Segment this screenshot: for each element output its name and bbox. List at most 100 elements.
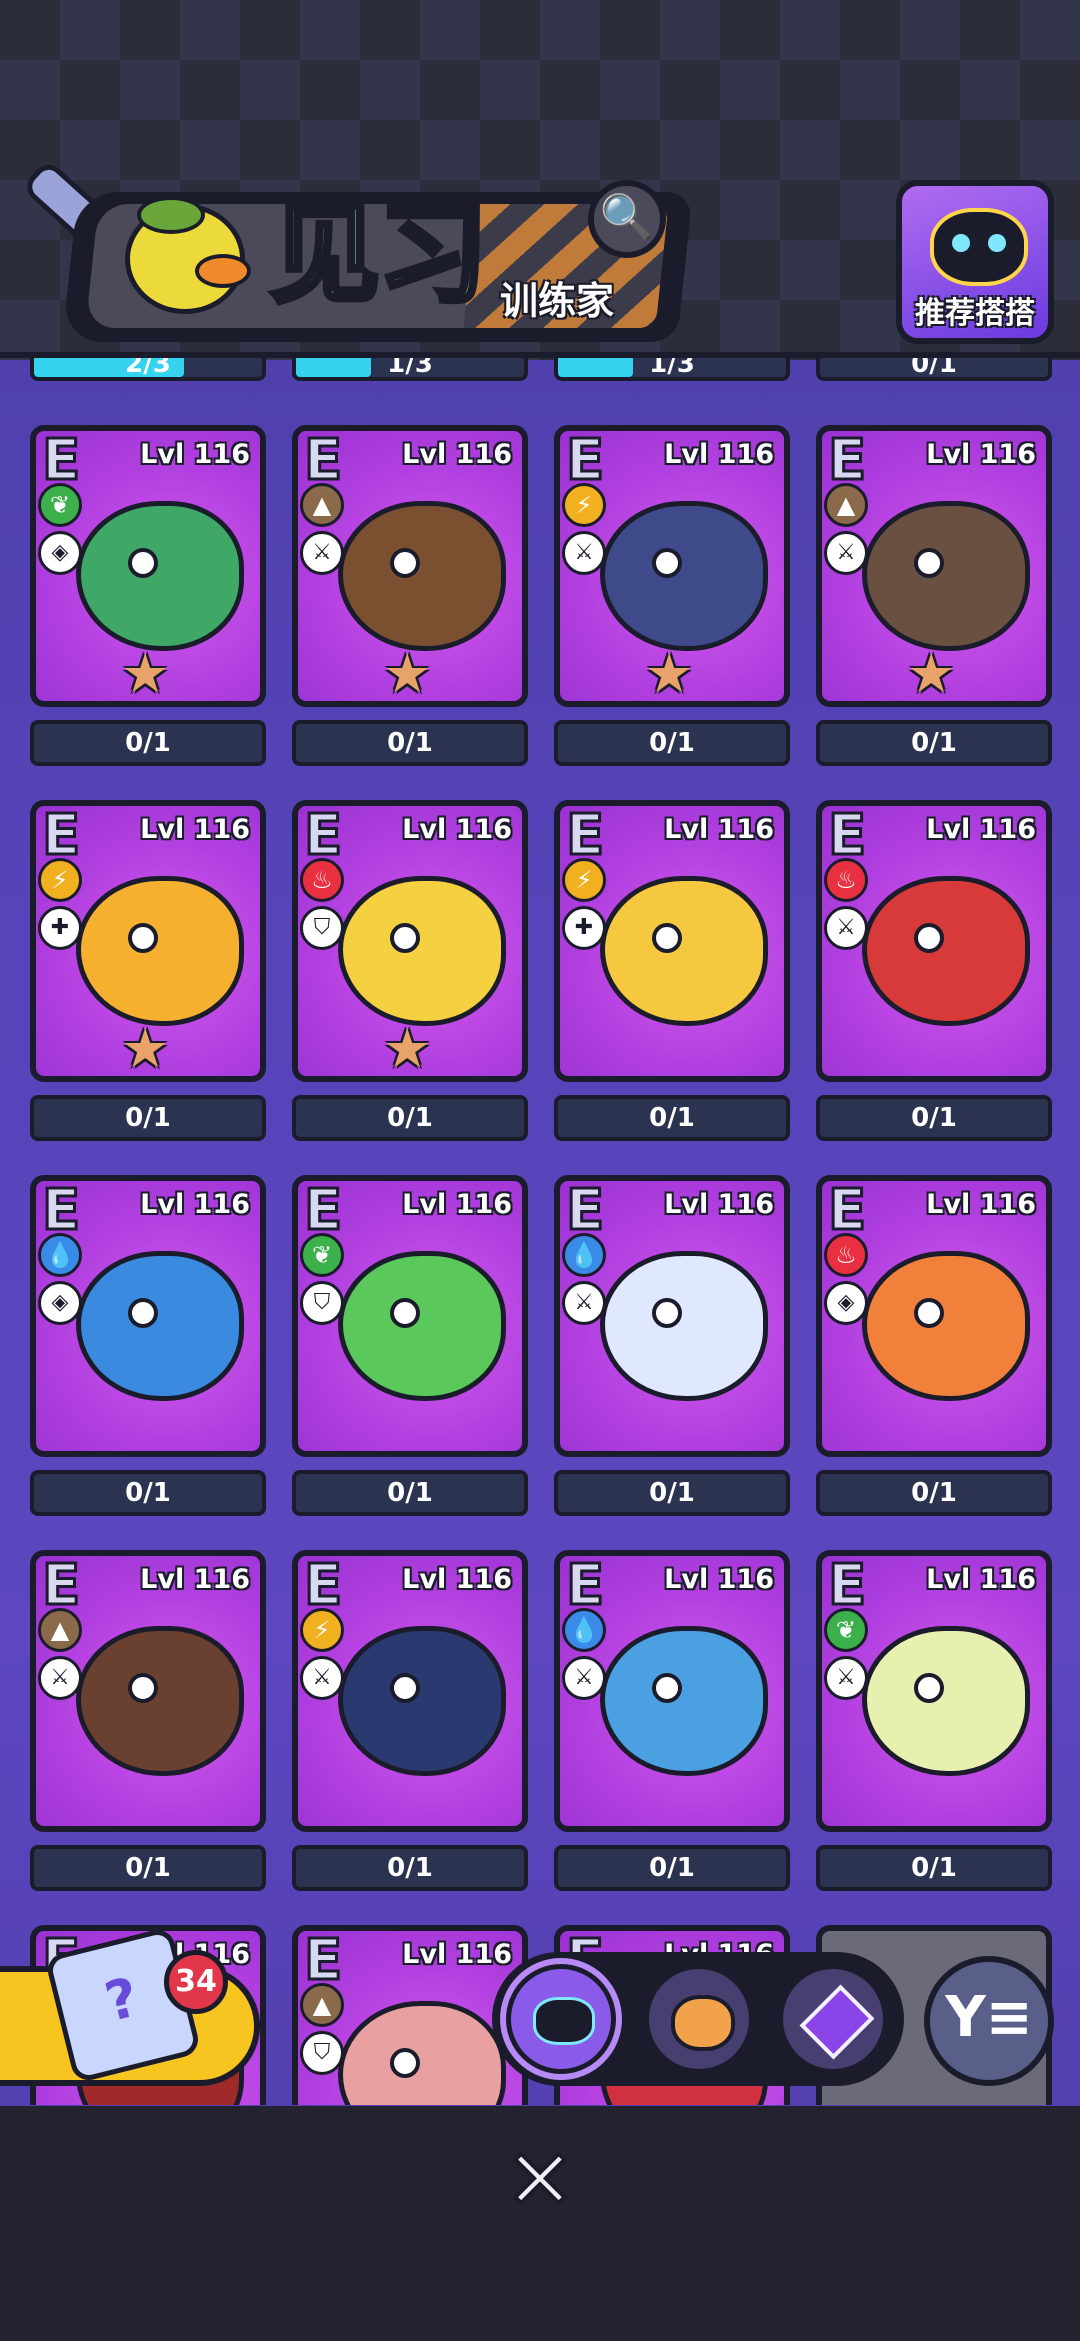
pet-card[interactable]: E Lvl 116 ⚡ ⚔ ★ <box>554 425 790 707</box>
rank-label: E <box>302 1178 343 1243</box>
duck-mascot-icon <box>85 196 265 324</box>
pet-card[interactable]: E Lvl 116 ♨ ◈ <box>816 1175 1052 1457</box>
level-label: Lvl 116 <box>140 439 250 470</box>
search-icon: 🔍 <box>599 192 655 243</box>
rank-label: E <box>302 803 343 868</box>
level-label: Lvl 116 <box>664 1189 774 1220</box>
search-button[interactable]: 🔍 <box>588 180 666 258</box>
rank-label: E <box>302 1553 343 1618</box>
collection-progress-bar: 0/1 <box>554 1470 790 1516</box>
pet-card[interactable]: E Lvl 116 ❦ ⚔ <box>816 1550 1052 1832</box>
close-icon: ✕ <box>503 2131 577 2229</box>
water-element-icon: 💧 <box>562 1233 606 1277</box>
rank-label: E <box>564 1178 605 1243</box>
pet-card[interactable]: E Lvl 116 ❦ ⛉ <box>292 1175 528 1457</box>
level-label: Lvl 116 <box>402 814 512 845</box>
pet-card[interactable]: E Lvl 116 ⚡ ✚ ★ <box>30 800 266 1082</box>
star-icon: ★ <box>383 1017 432 1080</box>
star-icon: ★ <box>121 1017 170 1080</box>
filter-robot-cat-button[interactable] <box>506 1964 616 2074</box>
trainer-rank-title: 见习 <box>268 190 491 318</box>
rank-label: E <box>564 803 605 868</box>
rank-label: E <box>826 428 867 493</box>
collection-progress-bar: 0/1 <box>30 1095 266 1141</box>
pet-card[interactable]: E Lvl 116 ▲ ⚔ ★ <box>816 425 1052 707</box>
monster-portrait <box>862 876 1030 1026</box>
leaf-element-icon: ❦ <box>824 1608 868 1652</box>
pet-card[interactable]: E Lvl 116 ▲ ⚔ <box>30 1550 266 1832</box>
star-icon: ★ <box>121 642 170 705</box>
pet-card[interactable]: E Lvl 116 ⚡ ✚ <box>554 800 790 1082</box>
collection-progress-bar: 0/1 <box>816 1470 1052 1516</box>
pet-card[interactable]: E Lvl 116 ❦ ◈ ★ <box>30 425 266 707</box>
collection-progress-bar: 0/1 <box>554 720 790 766</box>
earth-element-icon: ▲ <box>824 483 868 527</box>
pet-card[interactable]: E Lvl 116 ♨ ⚔ <box>816 800 1052 1082</box>
pet-card[interactable]: E Lvl 116 ♨ ⛉ ★ <box>292 800 528 1082</box>
level-label: Lvl 116 <box>926 1564 1036 1595</box>
pet-card[interactable]: E Lvl 116 ▲ ⚔ ★ <box>292 425 528 707</box>
thunder-element-icon: ⚡ <box>562 858 606 902</box>
collection-progress-bar: 0/1 <box>30 1470 266 1516</box>
monster-portrait <box>600 1251 768 1401</box>
level-label: Lvl 116 <box>402 1189 512 1220</box>
pet-card[interactable]: E Lvl 116 ⚡ ⚔ <box>292 1550 528 1832</box>
level-label: Lvl 116 <box>664 439 774 470</box>
rank-label: E <box>302 428 343 493</box>
progress-bar: 1/3 <box>554 355 790 381</box>
monster-portrait <box>600 1626 768 1776</box>
level-label: Lvl 116 <box>402 1564 512 1595</box>
collection-progress-bar: 0/1 <box>292 1845 528 1891</box>
collection-progress-bar: 0/1 <box>816 720 1052 766</box>
earth-element-icon: ▲ <box>300 483 344 527</box>
collection-progress-bar: 0/1 <box>554 1095 790 1141</box>
rank-label: E <box>302 1928 343 1993</box>
pet-card[interactable]: E Lvl 116 💧 ⚔ <box>554 1175 790 1457</box>
progress-bar: 0/1 <box>816 355 1052 381</box>
collection-progress-bar: 0/1 <box>292 1095 528 1141</box>
star-icon: ★ <box>383 642 432 705</box>
monster-portrait <box>76 501 244 651</box>
collection-progress-bar: 0/1 <box>292 720 528 766</box>
recommend-team-button[interactable]: 推荐搭搭 <box>896 180 1054 344</box>
rank-label: E <box>564 1553 605 1618</box>
fire-element-icon: ♨ <box>300 858 344 902</box>
sort-filter-button[interactable]: Y≡ <box>924 1956 1054 2086</box>
collection-progress-bar: 0/1 <box>816 1095 1052 1141</box>
monster-portrait <box>338 1251 506 1401</box>
monster-portrait <box>862 1626 1030 1776</box>
level-label: Lvl 116 <box>926 814 1036 845</box>
filter-bear-button[interactable] <box>644 1964 754 2074</box>
leaf-element-icon: ❦ <box>38 483 82 527</box>
progress-bar: 2/3 <box>30 355 266 381</box>
pet-card[interactable]: E Lvl 116 💧 ⚔ <box>554 1550 790 1832</box>
rank-label: E <box>564 428 605 493</box>
rank-label: E <box>40 428 81 493</box>
close-button[interactable]: ✕ <box>498 2136 582 2224</box>
earth-element-icon: ▲ <box>300 1983 344 2027</box>
level-label: Lvl 116 <box>140 814 250 845</box>
level-label: Lvl 116 <box>402 439 512 470</box>
water-element-icon: 💧 <box>562 1608 606 1652</box>
filter-gem-button[interactable] <box>778 1964 888 2074</box>
monster-portrait <box>76 1251 244 1401</box>
pet-card[interactable]: E Lvl 116 💧 ◈ <box>30 1175 266 1457</box>
monster-portrait <box>862 1251 1030 1401</box>
pet-collection-grid[interactable]: 2/3 1/3 1/3 0/1 E Lvl 116 ❦ ◈ ★ 0/1 E Lvl 116 ▲ ⚔ ★ 0/1… <box>0 355 1080 2105</box>
monster-portrait <box>862 501 1030 651</box>
collection-progress-bar: 0/1 <box>30 720 266 766</box>
thunder-element-icon: ⚡ <box>562 483 606 527</box>
earth-element-icon: ▲ <box>38 1608 82 1652</box>
water-element-icon: 💧 <box>38 1233 82 1277</box>
monster-portrait <box>338 501 506 651</box>
robot-cat-icon <box>930 208 1028 286</box>
rank-label: E <box>40 803 81 868</box>
rank-label: E <box>826 803 867 868</box>
monster-portrait <box>600 876 768 1026</box>
level-label: Lvl 116 <box>140 1564 250 1595</box>
thunder-element-icon: ⚡ <box>38 858 82 902</box>
rank-label: E <box>826 1553 867 1618</box>
fire-element-icon: ♨ <box>824 858 868 902</box>
level-label: Lvl 116 <box>664 1564 774 1595</box>
monster-portrait <box>76 1626 244 1776</box>
